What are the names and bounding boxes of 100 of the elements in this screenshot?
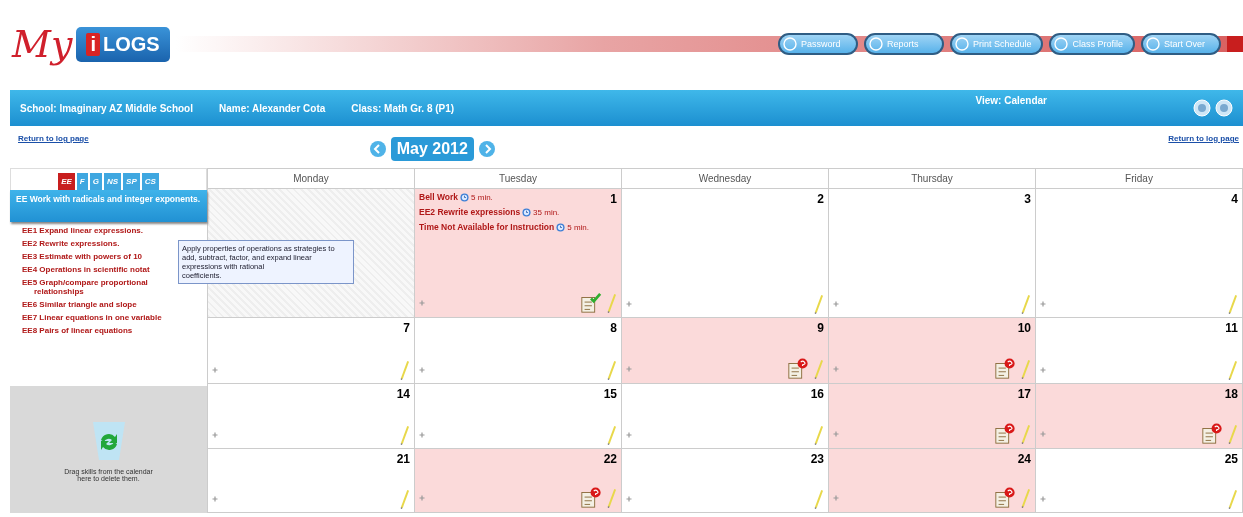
event-title[interactable]: EE2 Rewrite expressions [419,207,521,217]
header-bar-end [1227,36,1243,52]
day-number: 16 [810,387,824,401]
notepad-alert-icon[interactable] [994,358,1016,380]
day-number: 4 [1231,192,1238,206]
view-label: View: Calendar [975,95,1047,106]
add-icon[interactable] [1040,367,1046,373]
day-number: 15 [603,387,617,401]
day-number: 22 [603,452,617,466]
day-number: 3 [1024,192,1031,206]
pencil-icon[interactable] [813,294,824,314]
add-icon[interactable] [419,432,425,438]
day-number: 9 [817,321,824,335]
day-number: 2 [817,192,824,206]
day-number: 17 [1017,387,1031,401]
add-icon[interactable] [833,431,839,437]
event-title[interactable]: Bell Work [419,192,459,202]
day-cell[interactable]: 17 [829,384,1036,449]
day-cell[interactable]: 14 [208,384,415,449]
skill-item[interactable]: EE6 Similar triangle and slope [22,300,184,309]
return-link[interactable]: Return to log page [1168,134,1239,143]
previous-month-icon[interactable] [368,140,387,158]
circle-icon[interactable] [1215,99,1233,117]
clock-icon [460,192,470,202]
strand-tab[interactable]: EE [58,173,75,190]
add-icon[interactable] [626,366,632,372]
weekday-header: Wednesday [622,168,829,189]
day-cell[interactable]: 22 [415,449,622,513]
add-icon[interactable] [626,496,632,502]
circle-icon[interactable] [1193,99,1211,117]
event-duration: 5 min. [471,192,493,202]
skill-item[interactable]: EE8 Pairs of linear equations [22,326,184,335]
pencil-icon[interactable] [399,360,410,380]
day-number: 21 [396,452,410,466]
class-label: Class: Math Gr. 8 (P1) [351,102,455,114]
circle-icon [1054,37,1069,51]
day-cell[interactable]: 7 [208,318,415,384]
weekday-header: Thursday [829,168,1036,189]
event-title[interactable]: Time Not Available for Instruction [419,222,555,232]
add-icon[interactable] [212,367,218,373]
skill-item[interactable]: EE1 Expand linear expressions. [22,226,184,235]
day-number: 11 [1225,321,1238,335]
add-icon[interactable] [833,301,839,307]
pencil-icon[interactable] [813,425,824,445]
day-cell[interactable]: 24 [829,449,1036,513]
day-cell[interactable]: Bell Work 5 min. EE2 Rewrite expressions 35 min. Time Not Available for Instruction 5 min. 1 [415,189,622,318]
day-cell[interactable]: 4 [1036,189,1243,318]
add-icon[interactable] [419,367,425,373]
add-icon[interactable] [212,496,218,502]
event-duration: 35 min. [533,207,560,217]
clock-icon [556,222,566,232]
school-label: School: Imaginary AZ Middle School [20,102,193,114]
pencil-icon[interactable] [399,425,410,445]
add-icon[interactable] [626,301,632,307]
month-title: May 2012 [390,137,474,161]
pencil-icon[interactable] [1227,294,1238,314]
notepad-check-icon[interactable] [580,292,602,314]
notepad-alert-icon[interactable] [1201,423,1223,445]
day-cell[interactable]: 18 [1036,384,1243,449]
day-number: 8 [610,321,617,335]
clock-icon [522,207,532,217]
notepad-alert-icon[interactable] [994,423,1016,445]
add-icon[interactable] [833,495,839,501]
pencil-icon[interactable] [1020,294,1031,314]
weekday-header: Friday [1036,168,1243,189]
pencil-icon[interactable] [1227,489,1238,509]
pencil-icon[interactable] [606,360,617,380]
pencil-icon[interactable] [1227,360,1238,380]
pencil-icon[interactable] [606,425,617,445]
add-icon[interactable] [212,432,218,438]
day-cell[interactable]: 25 [1036,449,1243,513]
student-name: Name: Alexander Cota [219,102,326,114]
add-icon[interactable] [833,366,839,372]
return-link[interactable]: Return to log page [18,134,89,143]
notepad-alert-icon[interactable] [994,487,1016,509]
day-cell[interactable]: 10 [829,318,1036,384]
circle-icon [1146,37,1160,51]
weekday-header: Monday [208,168,415,189]
add-icon[interactable] [626,432,632,438]
add-icon[interactable] [419,495,425,501]
logo: My i LOGS [12,22,170,66]
day-number: 14 [396,387,410,401]
event-duration: 5 min. [567,222,590,232]
circle-icon [868,37,883,51]
day-number: 24 [1017,452,1031,466]
add-icon[interactable] [1040,496,1046,502]
skill-item[interactable]: EE7 Linear equations in one variable [22,313,184,322]
day-cell[interactable]: 9 [622,318,829,384]
add-icon[interactable] [419,300,425,306]
notepad-alert-icon[interactable] [580,487,602,509]
notepad-alert-icon[interactable] [787,358,809,380]
day-number: 1 [610,192,617,206]
domain-heading: EE Work with radicals and integer exponents. [10,190,207,222]
add-icon[interactable] [1040,431,1046,437]
add-icon[interactable] [1040,301,1046,307]
next-month-icon[interactable] [477,140,496,158]
pencil-icon[interactable] [813,489,824,509]
day-number: 18 [1224,387,1238,401]
pencil-icon[interactable] [399,489,410,509]
weekday-header: Tuesday [415,168,622,189]
